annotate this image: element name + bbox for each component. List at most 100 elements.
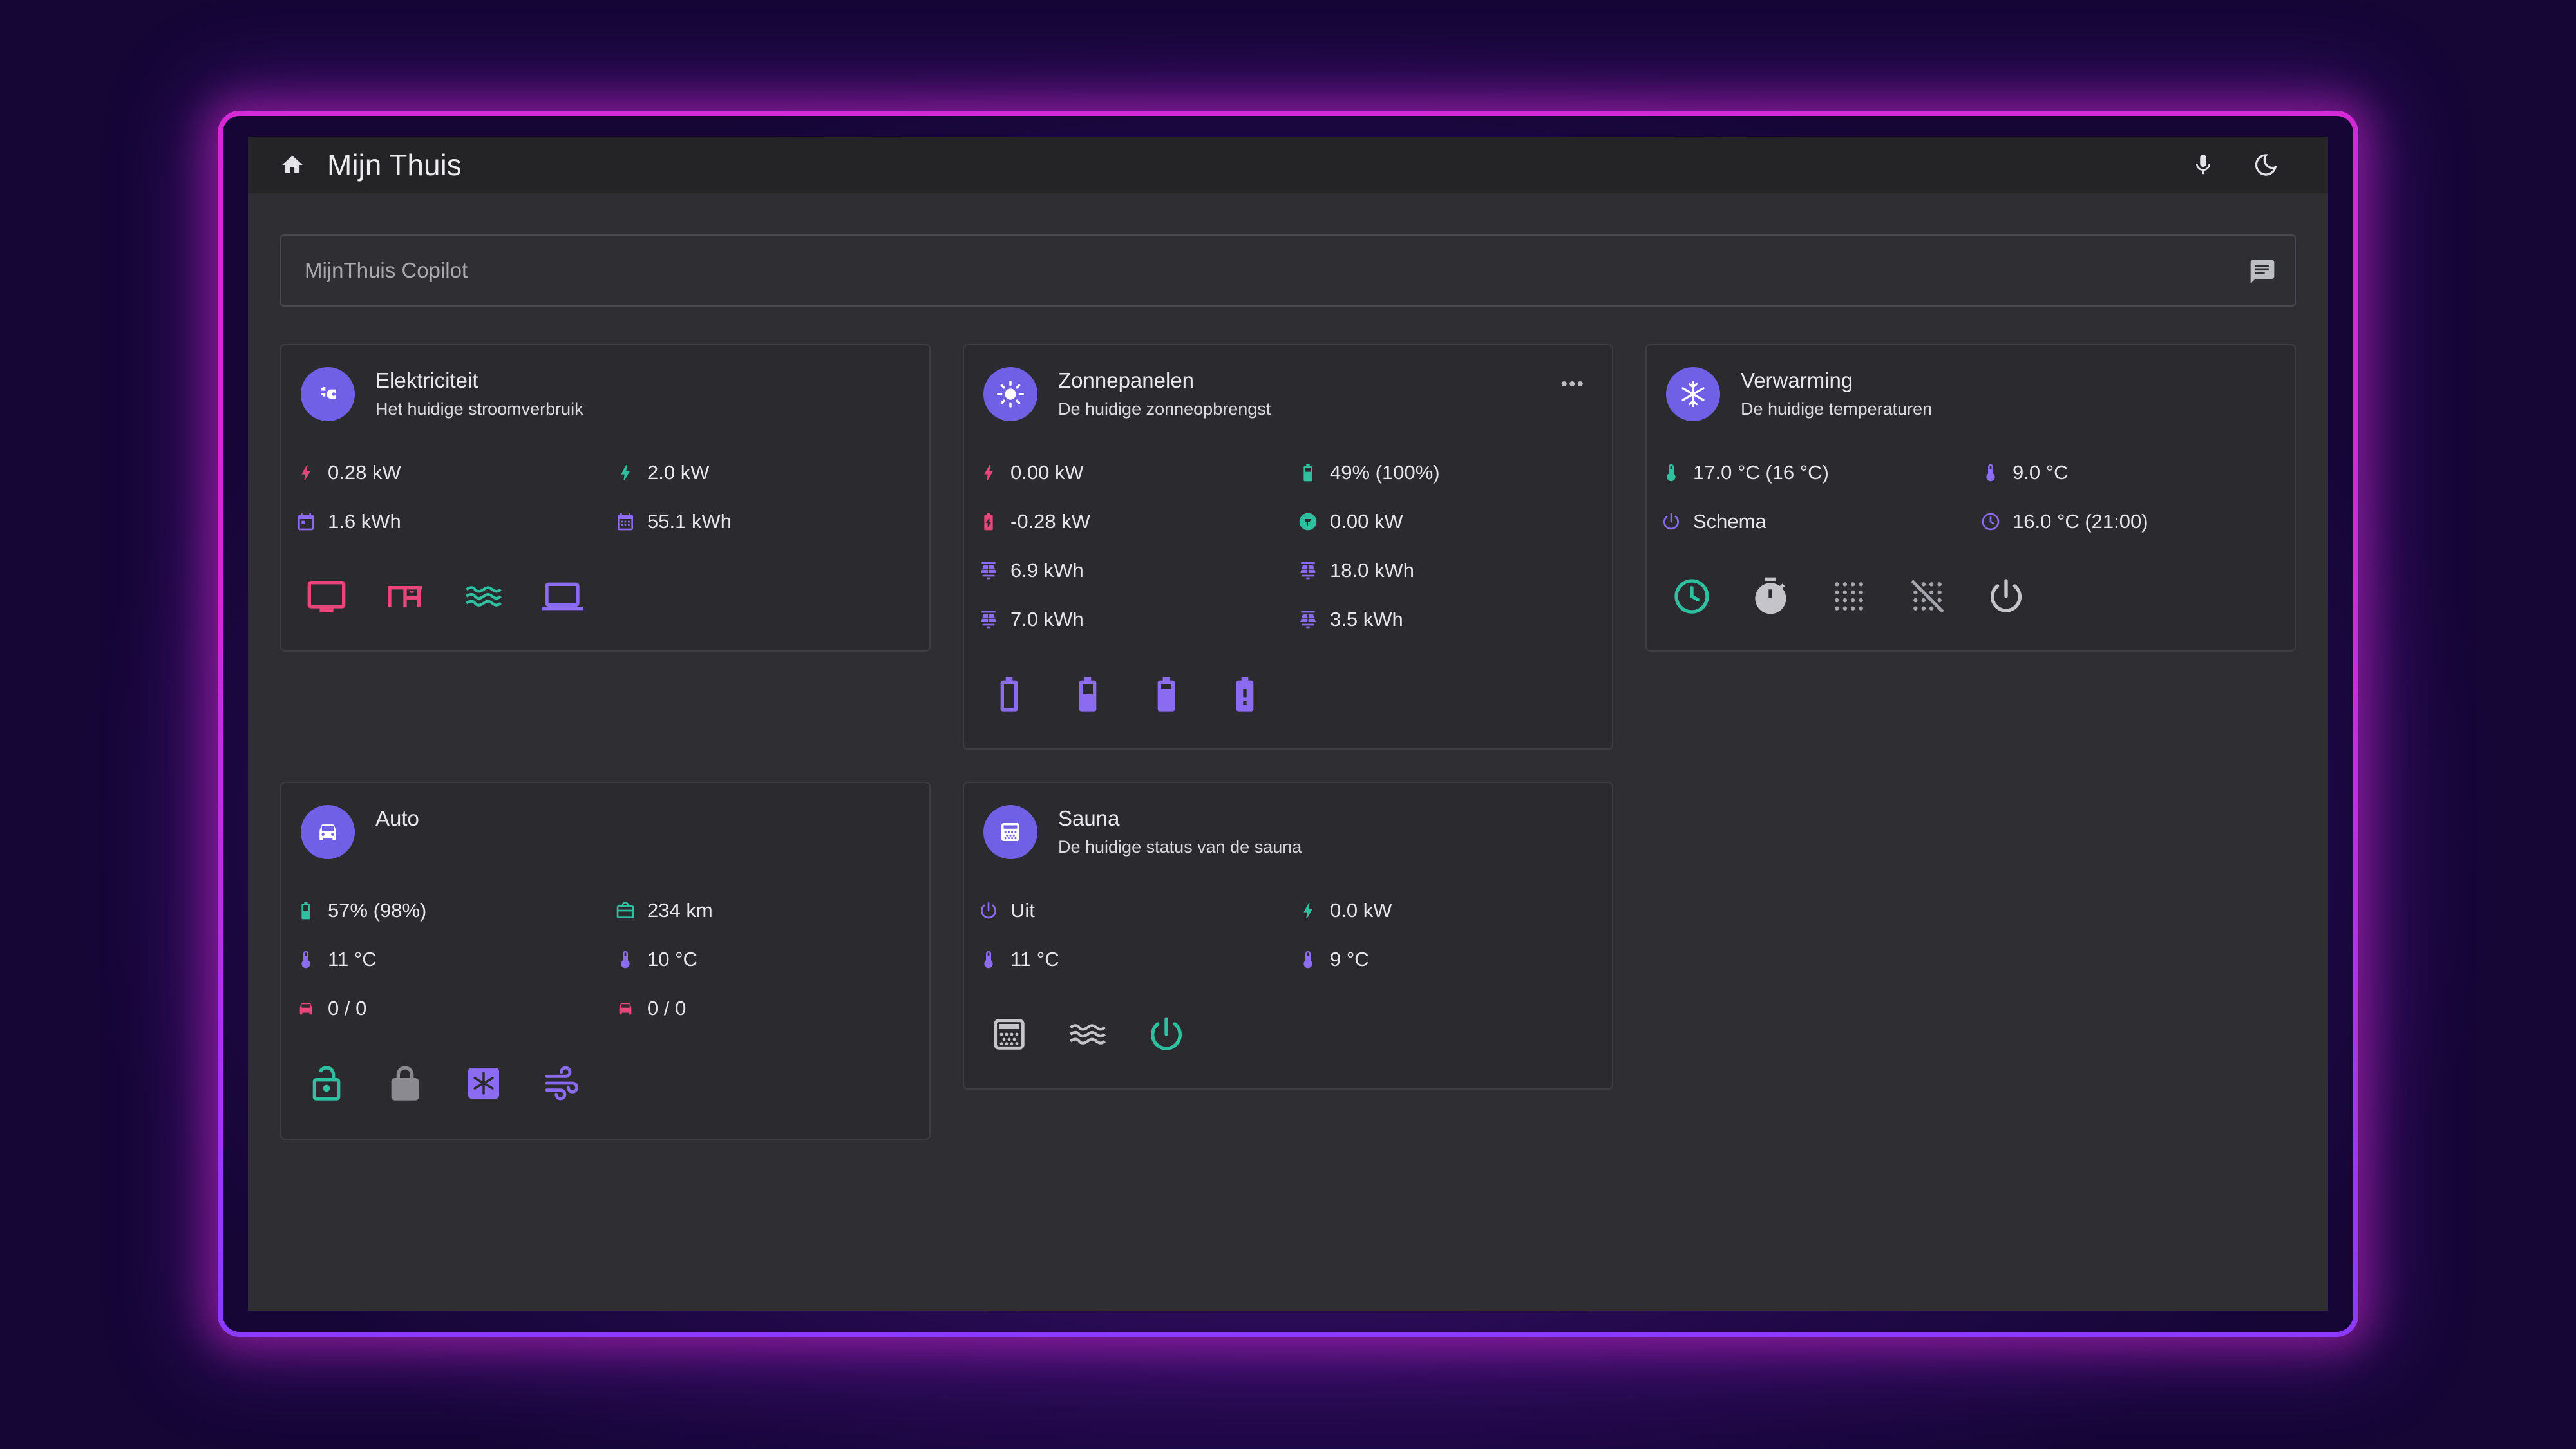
grid-off-button[interactable] [1902,571,1953,622]
solar-today-stat: 6.9 kWh [978,558,1084,583]
heating-mode-stat: Schema [1661,509,1766,535]
bolt-icon [984,465,993,480]
car-inside-temp-stat: 11 °C [296,947,377,972]
sauna-icon [983,805,1037,859]
app-title: Mijn Thuis [327,148,462,182]
power-icon [981,902,996,919]
sauna-mode-button[interactable] [983,1009,1035,1060]
schedule-button[interactable] [1666,571,1718,622]
energy-month-stat: 55.1 kWh [615,509,732,535]
clock-icon [1982,513,2000,531]
grid-power-stat: 0.00 kW [1298,509,1403,535]
card-title: Elektriciteit [375,368,478,392]
car-seat-heating-rear-stat: 0 / 0 [615,996,686,1021]
energy-today-stat: 1.6 kWh [296,509,401,535]
card-verwarming: Verwarming De huidige temperaturen 17.0 … [1645,344,2296,652]
grid-meter-icon [1299,513,1317,531]
odometer-icon [616,902,634,918]
sauna-outside-temp-stat: 9 °C [1298,947,1369,972]
calendar-month-icon [618,513,633,531]
plug-icon [301,367,355,421]
solar-panel-icon [1300,611,1316,629]
chat-icon[interactable] [2248,258,2277,284]
bolt-icon [301,465,310,480]
card-subtitle: De huidige zonneopbrengst [1058,399,1271,419]
outdoor-temp-stat: 9.0 °C [1980,460,2069,486]
battery-full-button[interactable] [1141,668,1192,720]
card-subtitle: De huidige temperaturen [1741,399,1933,419]
car-battery-stat: 57% (98%) [296,898,426,923]
bolt-icon [1303,903,1312,918]
timer-button[interactable] [1745,571,1796,622]
lock-button[interactable] [379,1057,431,1109]
card-subtitle: Het huidige stroomverbruik [375,399,583,419]
solar-tomorrow-stat: 7.0 kWh [978,607,1084,632]
snowflake-icon [1666,367,1720,421]
power-peak-stat: 2.0 kW [615,460,709,486]
sauna-power-button[interactable] [1141,1009,1192,1060]
thermometer-icon [621,951,630,969]
thermometer-icon [984,951,993,969]
app-bar: Mijn Thuis [248,137,2328,193]
card-auto: Auto 57% (98%) 234 km 11 °C 10 °C 0 / 0 … [280,782,931,1140]
thermometer-icon [1303,951,1312,969]
climate-button[interactable] [458,1057,509,1109]
sauna-inside-temp-stat: 11 °C [978,947,1059,972]
battery-icon [301,902,310,920]
battery-power-stat: -0.28 kW [978,509,1090,535]
solar-forecast-today-stat: 18.0 kWh [1298,558,1414,583]
battery-level-stat: 49% (100%) [1298,460,1440,486]
fan-button[interactable] [536,1057,588,1109]
next-setpoint-stat: 16.0 °C (21:00) [1980,509,2148,535]
battery-icon [1303,464,1312,482]
car-seat-icon [299,1003,312,1015]
solar-power-stat: 0.00 kW [978,460,1084,486]
car-seat-heating-front-stat: 0 / 0 [296,996,366,1021]
bolt-icon [621,465,630,480]
card-zonnepanelen: Zonnepanelen De huidige zonneopbrengst •… [963,344,1613,750]
unlock-button[interactable] [301,1057,352,1109]
car-icon [301,805,355,859]
sun-icon [983,367,1037,421]
app-screen: Mijn Thuis MijnThuis Copilot Elektricite… [248,137,2328,1311]
battery-alert-button[interactable] [1219,668,1271,720]
home-icon[interactable] [280,137,306,193]
thermometer-icon [1667,464,1676,482]
sauna-state-stat: Uit [978,898,1035,923]
tv-button[interactable] [301,571,352,622]
car-range-stat: 234 km [615,898,713,923]
solar-panel-icon [1300,562,1316,580]
power-button[interactable] [1980,571,2032,622]
card-title: Zonnepanelen [1058,368,1195,392]
thermometer-icon [301,951,310,969]
battery-discharge-icon [984,513,993,531]
solar-forecast-tomorrow-stat: 3.5 kWh [1298,607,1403,632]
copilot-input[interactable]: MijnThuis Copilot [280,234,2296,307]
card-sauna: Sauna De huidige status van de sauna Uit… [963,782,1613,1090]
laptop-button[interactable] [536,571,588,622]
copilot-placeholder: MijnThuis Copilot [305,258,468,282]
solar-panel-icon [981,611,996,629]
indoor-temp-stat: 17.0 °C (16 °C) [1661,460,1829,486]
desk-button[interactable] [379,571,431,622]
card-title: Sauna [1058,806,1120,830]
card-title: Verwarming [1741,368,1853,392]
more-menu-icon[interactable]: ••• [1560,374,1585,395]
card-elektriciteit: Elektriciteit Het huidige stroomverbruik… [280,344,931,652]
card-title: Auto [375,806,419,830]
battery-empty-button[interactable] [983,668,1035,720]
power-now-stat: 0.28 kW [296,460,401,486]
battery-half-button[interactable] [1062,668,1113,720]
thermometer-icon [1986,464,1995,482]
solar-panel-icon [981,562,996,580]
heat-button[interactable] [1062,1009,1113,1060]
power-icon [1663,513,1679,530]
car-outside-temp-stat: 10 °C [615,947,697,972]
calendar-day-icon [298,513,314,531]
microphone-icon[interactable] [2190,137,2216,193]
heat-wave-button[interactable] [458,571,509,622]
sauna-power-stat: 0.0 kW [1298,898,1392,923]
car-seat-icon [619,1003,632,1015]
moon-icon[interactable] [2251,137,2280,193]
grid-dots-button[interactable] [1823,571,1875,622]
